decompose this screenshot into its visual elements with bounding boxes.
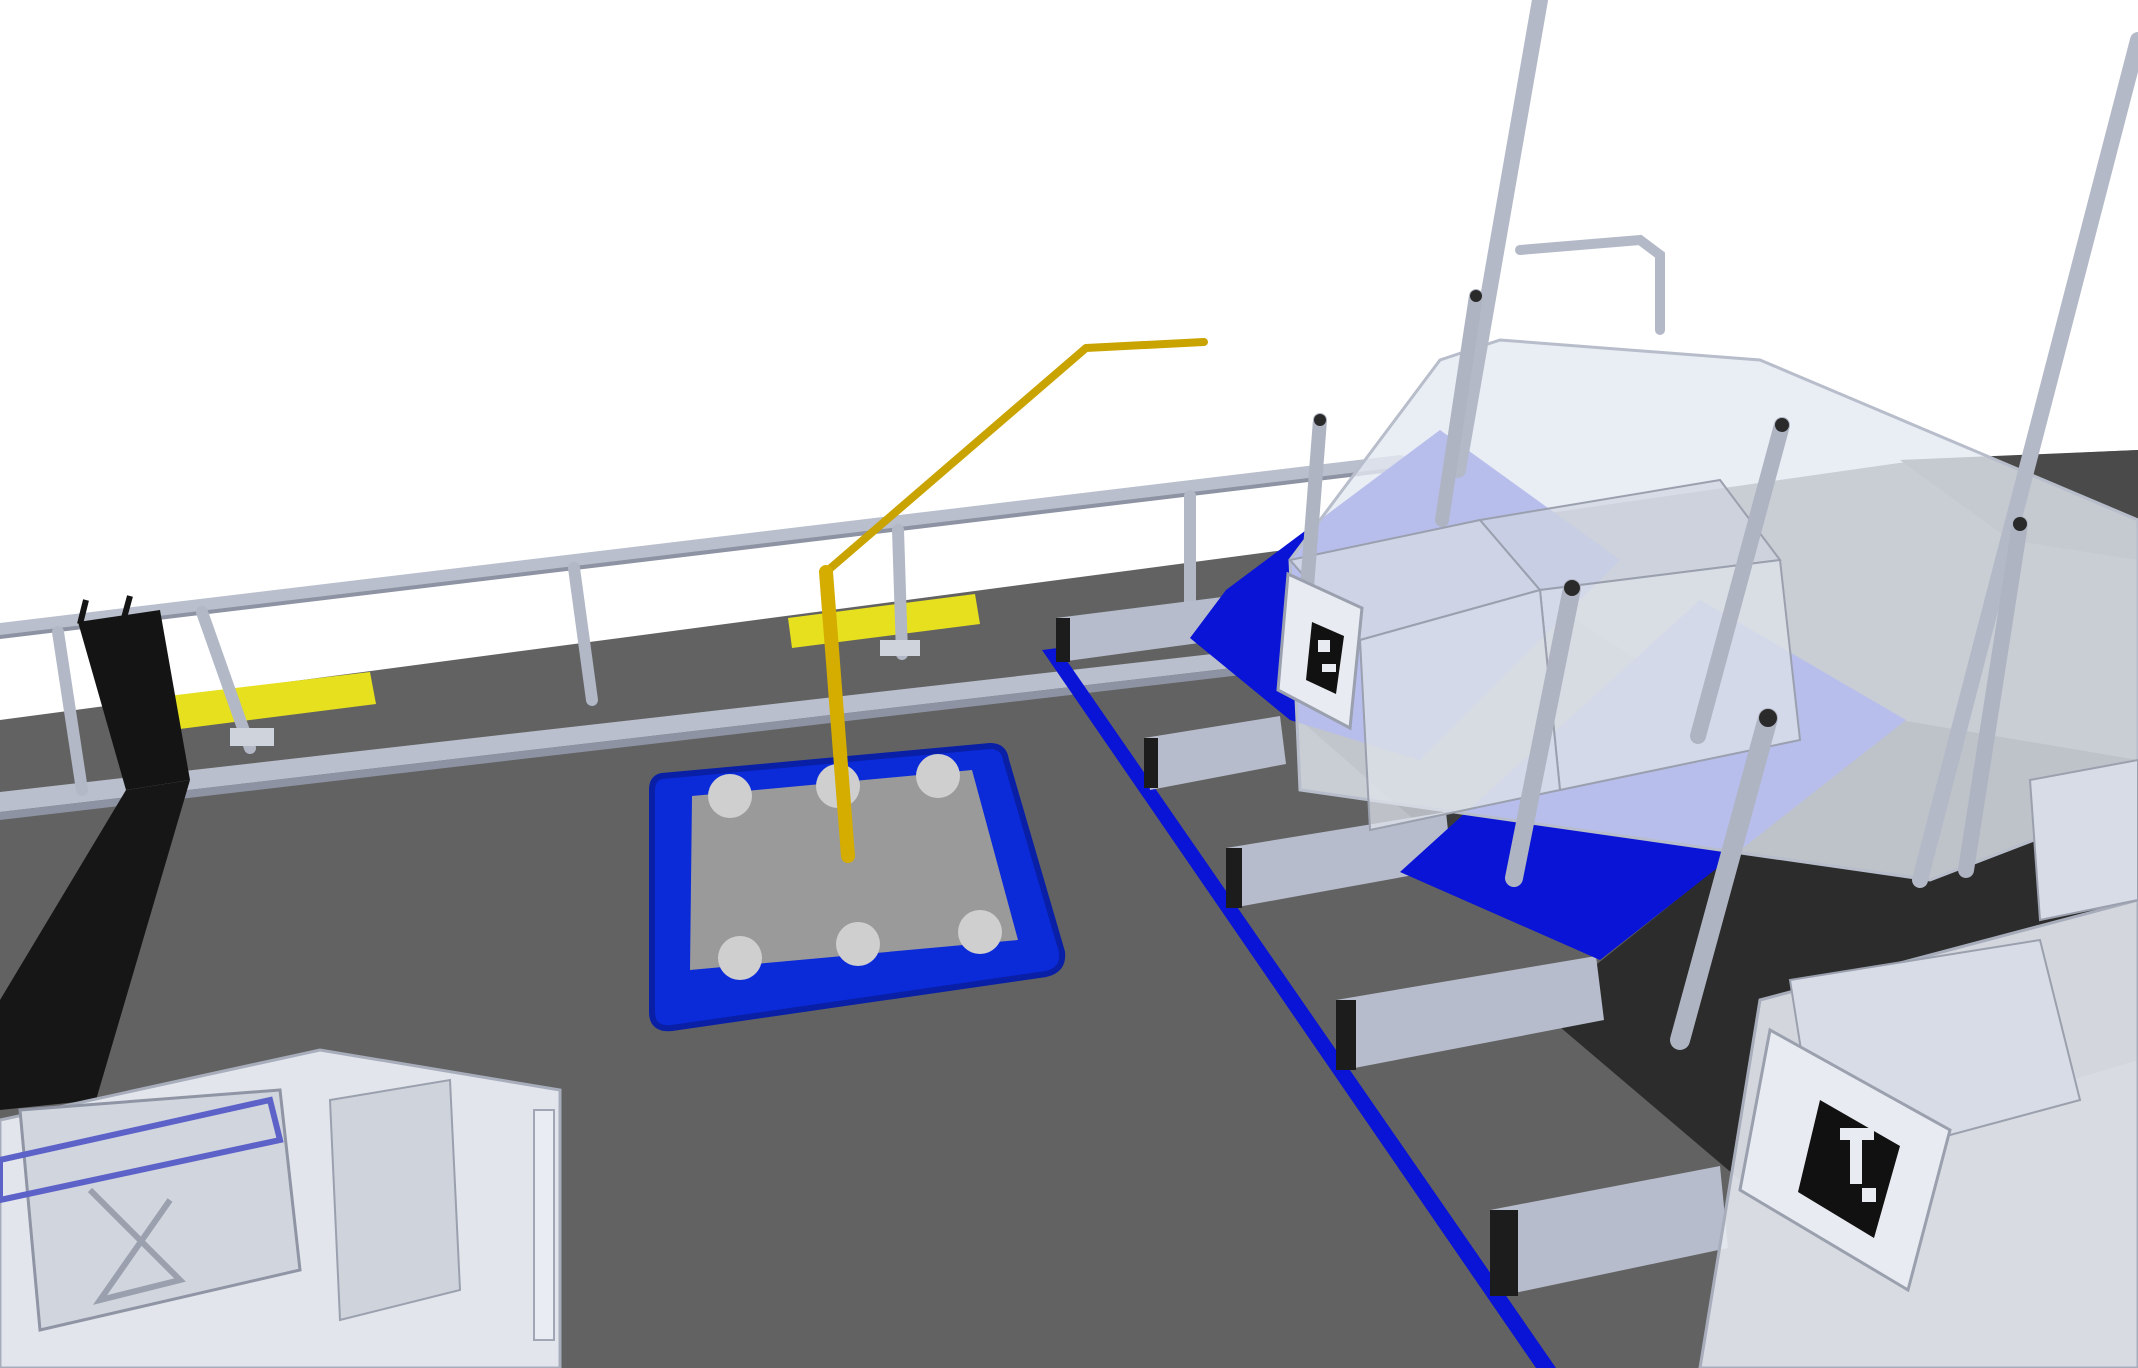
scene-3d[interactable] [0, 0, 2138, 1368]
simulation-viewport[interactable] [0, 0, 2138, 1368]
